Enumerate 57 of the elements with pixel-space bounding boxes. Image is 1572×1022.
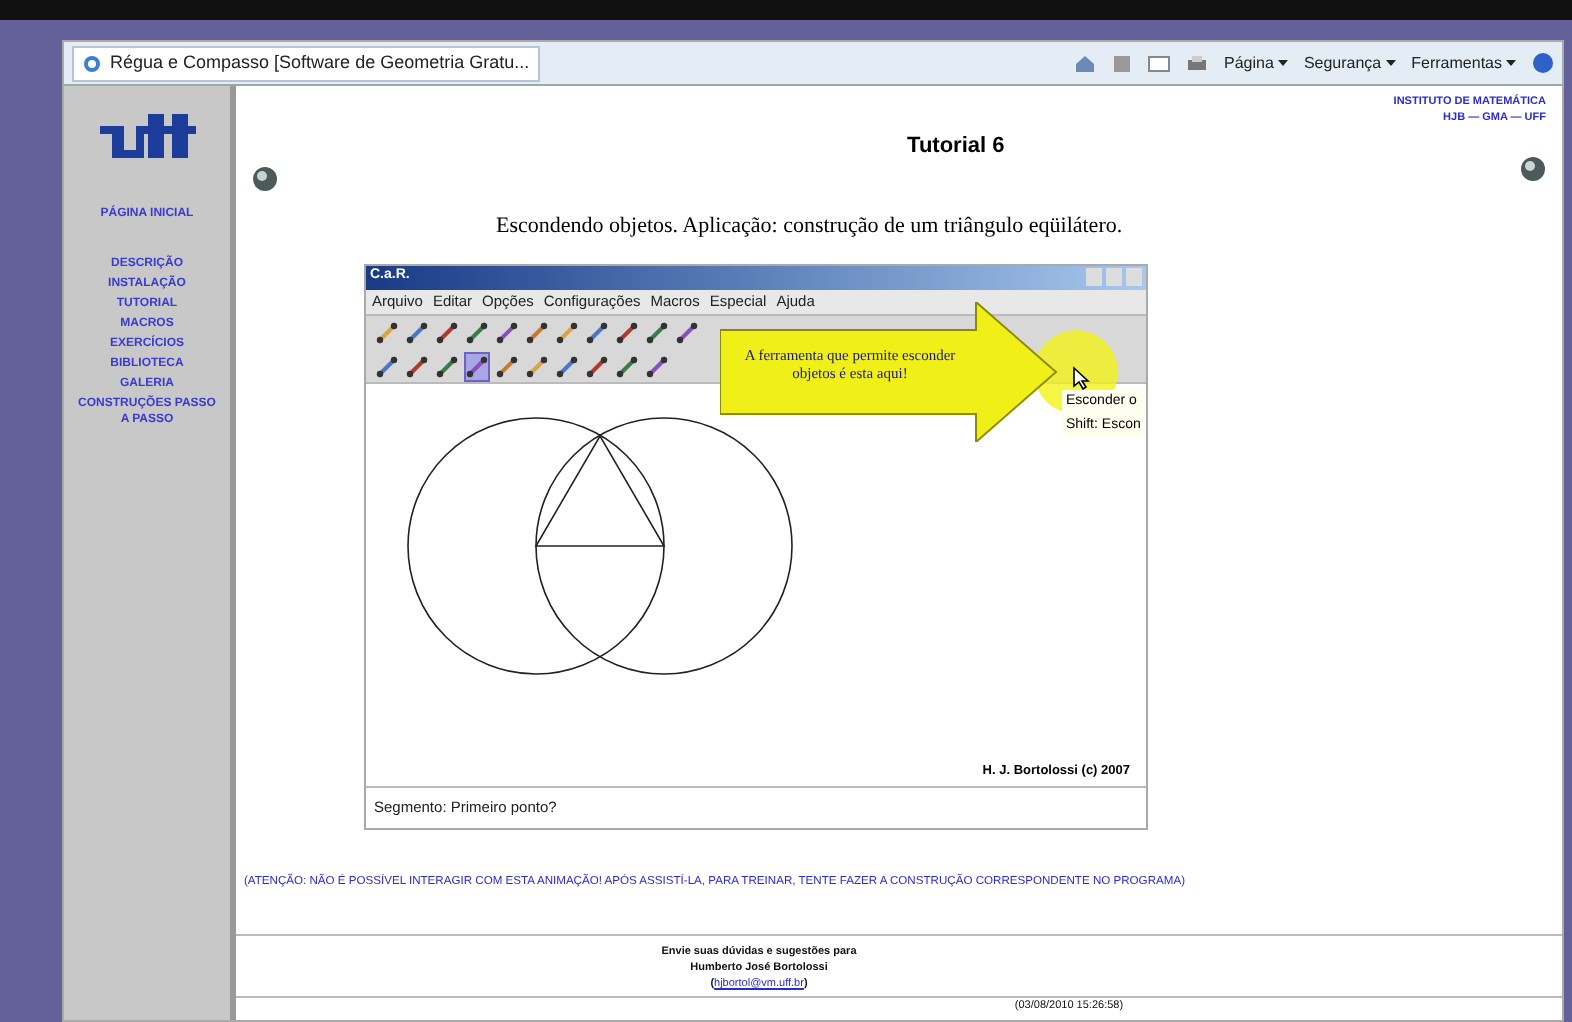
tool-button[interactable] bbox=[554, 351, 580, 381]
tool-icon bbox=[616, 321, 638, 343]
tool-icon bbox=[376, 321, 398, 343]
tool-icon bbox=[676, 321, 698, 343]
tool-button[interactable] bbox=[404, 351, 430, 381]
browser-logo-icon bbox=[82, 53, 102, 73]
tool-icon bbox=[526, 321, 548, 343]
browser-menu[interactable]: Página bbox=[1224, 51, 1288, 75]
tool-button[interactable] bbox=[524, 317, 550, 347]
caret-icon bbox=[1506, 60, 1516, 66]
tool-button[interactable] bbox=[524, 351, 550, 381]
tool-button[interactable] bbox=[644, 317, 670, 347]
mouse-cursor-icon bbox=[1072, 365, 1090, 389]
tool-button[interactable] bbox=[464, 351, 490, 381]
tool-button[interactable] bbox=[494, 317, 520, 347]
page-title: Tutorial 6 bbox=[907, 132, 1005, 162]
tool-icon bbox=[586, 321, 608, 343]
tool-icon bbox=[586, 355, 608, 377]
tool-button[interactable] bbox=[404, 317, 430, 347]
tool-icon bbox=[526, 355, 548, 377]
tool-icon bbox=[376, 355, 398, 377]
navigation-ball-icon[interactable] bbox=[1519, 155, 1546, 181]
tool-button[interactable] bbox=[554, 317, 580, 347]
home-icon[interactable] bbox=[1074, 53, 1097, 73]
tool-icon bbox=[406, 321, 428, 343]
tool-button[interactable] bbox=[434, 317, 460, 347]
tool-icon bbox=[646, 321, 668, 343]
tool-button[interactable] bbox=[434, 351, 460, 381]
tool-button[interactable] bbox=[674, 317, 700, 347]
tool-icon bbox=[556, 321, 578, 343]
tool-icon bbox=[466, 321, 488, 343]
tool-button[interactable] bbox=[584, 351, 610, 381]
tool-button[interactable] bbox=[614, 351, 640, 381]
tool-icon bbox=[496, 355, 518, 377]
tool-button[interactable] bbox=[464, 317, 490, 347]
subtitle: Escondendo objetos. Aplicação: construção de um triângulo eqüilátero. bbox=[496, 212, 1125, 242]
tool-button[interactable] bbox=[374, 351, 400, 381]
caret-icon bbox=[1385, 60, 1396, 66]
caret-icon bbox=[1277, 60, 1288, 66]
tool-icon bbox=[496, 321, 518, 343]
browser-menu[interactable]: Segurança bbox=[1303, 51, 1396, 75]
tool-button[interactable] bbox=[374, 317, 400, 347]
browser-menu[interactable]: Ferramentas bbox=[1411, 51, 1516, 75]
tool-button[interactable] bbox=[494, 351, 520, 381]
tool-icon bbox=[436, 321, 458, 343]
tool-icon bbox=[616, 355, 638, 377]
tool-icon bbox=[436, 355, 458, 377]
tool-icon bbox=[646, 355, 668, 377]
tool-button[interactable] bbox=[584, 317, 610, 347]
tool-icon bbox=[466, 355, 488, 377]
tool-icon bbox=[556, 355, 578, 377]
tool-button[interactable] bbox=[614, 317, 640, 347]
tool-icon bbox=[406, 355, 428, 377]
navigation-ball-icon[interactable] bbox=[252, 166, 278, 192]
tool-button[interactable] bbox=[644, 351, 670, 381]
browser-tab[interactable]: Régua e Compasso [Software de Geometria Gratu... bbox=[72, 45, 540, 81]
printer-icon[interactable] bbox=[1186, 53, 1209, 73]
